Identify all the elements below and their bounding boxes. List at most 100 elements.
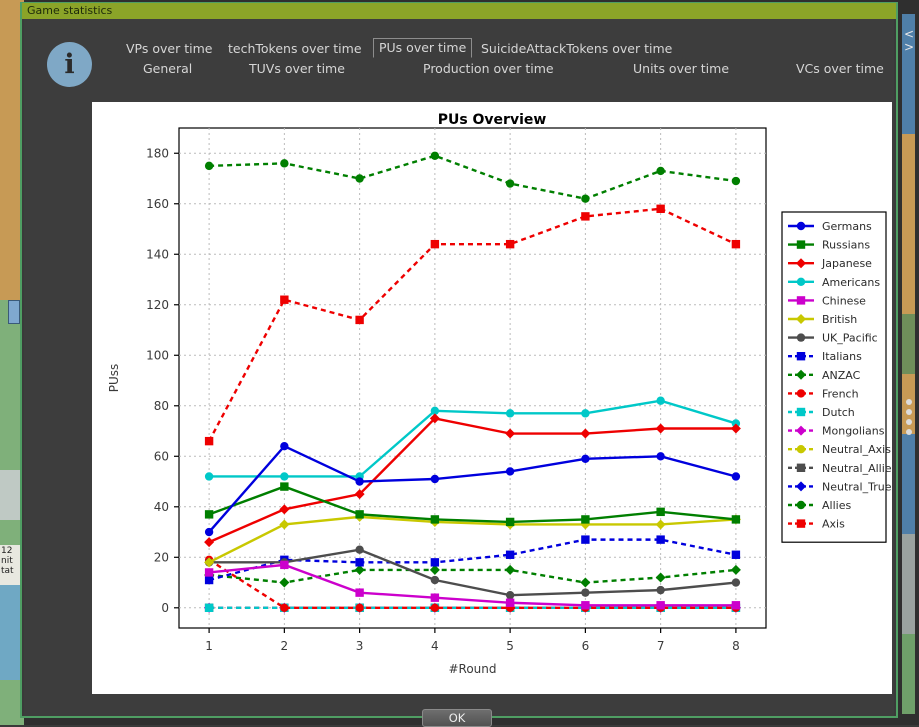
- map-unit-dots: [906, 395, 914, 441]
- data-point: [280, 482, 289, 491]
- data-point: [656, 396, 665, 405]
- y-tick-label: 20: [154, 550, 169, 564]
- legend-label: Americans: [822, 276, 880, 289]
- info-icon-glyph: i: [64, 49, 75, 80]
- data-point: [796, 500, 806, 510]
- data-point: [796, 333, 806, 342]
- data-point: [355, 477, 364, 486]
- y-tick-label: 160: [146, 197, 169, 211]
- map-territory-chip: [8, 300, 20, 324]
- tab-suicideattacktokens-over-time[interactable]: SuicideAttackTokens over time: [481, 39, 672, 59]
- data-point: [796, 352, 806, 361]
- legend-label: Germans: [822, 220, 872, 233]
- data-point: [731, 176, 741, 186]
- tab-tuvs-over-time[interactable]: TUVs over time: [249, 59, 345, 79]
- legend-label: Axis: [822, 518, 845, 531]
- tab-vcs-over-time[interactable]: VCs over time: [796, 59, 884, 79]
- data-point: [430, 575, 440, 585]
- data-point: [796, 407, 806, 417]
- y-tick-label: 140: [146, 247, 169, 261]
- x-tick-label: 2: [281, 639, 289, 653]
- x-tick-label: 1: [205, 639, 213, 653]
- data-point: [581, 515, 590, 524]
- tab-general[interactable]: General: [143, 59, 192, 79]
- data-point: [796, 445, 806, 454]
- tab-techtokens-over-time[interactable]: techTokens over time: [228, 39, 362, 59]
- data-point: [204, 161, 214, 171]
- data-point: [355, 603, 364, 612]
- data-point: [204, 527, 214, 537]
- data-point: [731, 601, 741, 610]
- data-point: [656, 535, 665, 544]
- data-point: [505, 409, 515, 418]
- y-tick-label: 0: [161, 601, 169, 615]
- data-point: [280, 295, 289, 304]
- map-right-strip: [902, 14, 915, 714]
- y-axis-label: PUss: [107, 364, 121, 393]
- data-point: [505, 467, 515, 476]
- data-point: [656, 452, 665, 461]
- data-point: [656, 166, 665, 176]
- data-point: [656, 204, 665, 214]
- data-point: [280, 159, 289, 168]
- data-point: [656, 585, 665, 595]
- map-territory-label: 12 nit tat: [0, 545, 20, 585]
- tab-row-bottom: General TUVs over time Production over t…: [96, 59, 891, 79]
- data-point: [430, 239, 440, 249]
- legend-label: Neutral_Axis: [822, 443, 891, 456]
- data-point: [796, 277, 806, 286]
- x-tick-label: 4: [431, 639, 439, 653]
- data-point: [430, 593, 440, 602]
- data-point: [355, 558, 364, 567]
- legend-label: Dutch: [822, 406, 855, 419]
- legend-label: UK_Pacific: [822, 332, 878, 345]
- data-point: [796, 221, 806, 231]
- x-tick-label: 5: [506, 639, 514, 653]
- data-point: [731, 550, 741, 559]
- y-tick-label: 180: [146, 146, 169, 160]
- data-point: [430, 151, 440, 160]
- legend-label: French: [822, 387, 859, 400]
- data-point: [505, 239, 515, 249]
- data-point: [505, 179, 515, 188]
- data-point: [430, 474, 440, 484]
- tab-units-over-time[interactable]: Units over time: [633, 59, 729, 79]
- ok-button[interactable]: OK: [422, 709, 492, 727]
- data-point: [204, 568, 214, 577]
- data-point: [204, 472, 214, 481]
- legend-label: ANZAC: [822, 369, 861, 382]
- legend-label: British: [822, 313, 857, 326]
- data-point: [796, 519, 806, 528]
- x-tick-label: 8: [732, 639, 740, 653]
- data-point: [581, 409, 590, 418]
- data-point: [430, 603, 440, 612]
- data-point: [731, 515, 741, 524]
- legend-label: Japanese: [821, 257, 872, 270]
- game-statistics-dialog: i VPs over time techTokens over time PUs…: [24, 19, 894, 727]
- tab-pus-over-time[interactable]: PUs over time: [373, 38, 473, 58]
- legend-label: Russians: [822, 239, 870, 252]
- data-point: [581, 212, 590, 221]
- x-tick-label: 3: [356, 639, 364, 653]
- data-point: [581, 535, 590, 544]
- legend-label: Neutral_True: [822, 480, 892, 493]
- data-point: [796, 240, 806, 249]
- legend-label: Mongolians: [822, 425, 885, 438]
- chart-panel: PUs Overview 0 20 40 60 80 100 120 140 160 180 1 2 3…: [92, 102, 892, 694]
- tab-strip: VPs over time techTokens over time PUs o…: [96, 38, 891, 99]
- data-point: [355, 174, 364, 183]
- data-point: [581, 601, 590, 610]
- data-point: [505, 517, 515, 527]
- legend-label: Neutral_Allies: [822, 462, 892, 475]
- tab-production-over-time[interactable]: Production over time: [423, 59, 554, 79]
- map-scroll-arrows-icon[interactable]: < >: [904, 28, 914, 54]
- data-point: [505, 590, 515, 600]
- data-point: [581, 588, 590, 597]
- data-point: [430, 558, 440, 567]
- data-point: [430, 515, 440, 524]
- data-point: [355, 588, 364, 597]
- plot-area: [178, 127, 767, 629]
- data-point: [731, 578, 741, 587]
- data-point: [796, 389, 806, 398]
- tab-vps-over-time[interactable]: VPs over time: [126, 39, 212, 59]
